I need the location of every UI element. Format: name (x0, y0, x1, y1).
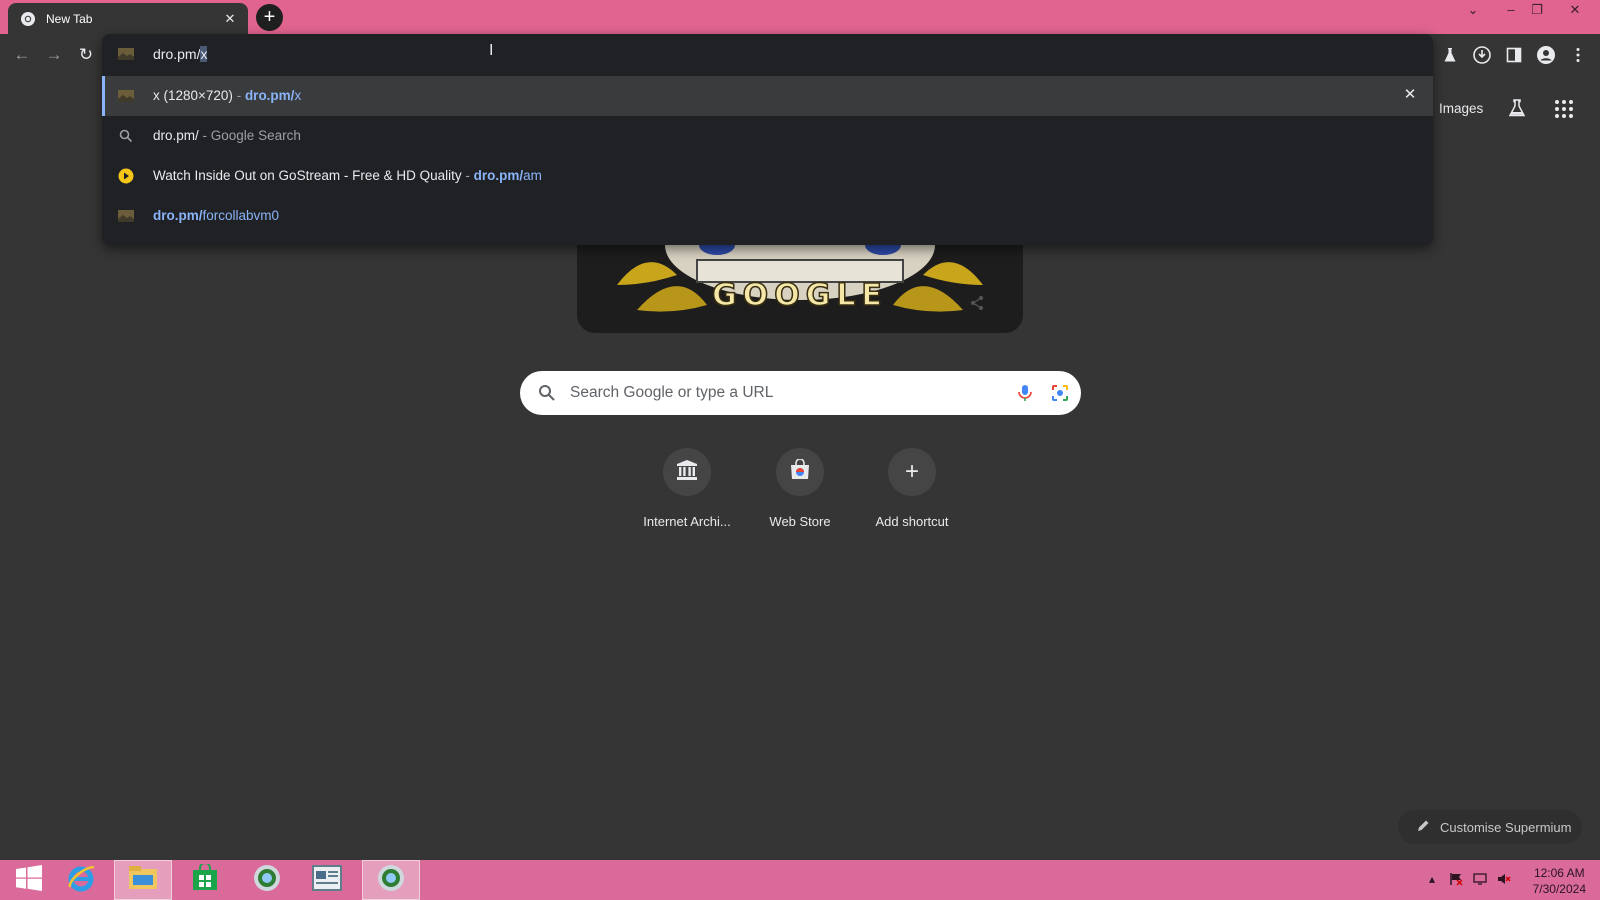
store-icon (191, 861, 219, 897)
web-store-icon (789, 457, 811, 486)
clock-date: 7/30/2024 (1532, 882, 1586, 896)
tab-new-tab[interactable]: New Tab ✕ (8, 3, 248, 34)
play-icon (117, 168, 135, 184)
start-button[interactable] (0, 860, 58, 900)
clock-time: 12:06 AM (1533, 866, 1585, 880)
close-window-button[interactable]: ✕ (1562, 0, 1588, 22)
new-tab-button[interactable]: + (256, 4, 283, 31)
search-labs-icon[interactable] (1507, 98, 1529, 120)
pencil-icon (1416, 819, 1432, 835)
internet-explorer-icon (66, 863, 96, 898)
customise-label: Customise Supermium (1440, 819, 1572, 835)
archive-icon (676, 459, 698, 486)
taskbar-file-explorer[interactable] (114, 860, 172, 900)
window-app-icon (312, 864, 342, 896)
omnibox-selected-text: x (200, 46, 208, 62)
action-center-icon[interactable] (1448, 872, 1464, 888)
minimize-button[interactable]: – (1498, 0, 1524, 22)
side-panel-icon[interactable] (1503, 44, 1525, 66)
shortcut-add[interactable]: + Add shortcut (856, 448, 968, 538)
taskbar-store[interactable] (176, 860, 234, 900)
taskbar-internet-explorer[interactable] (52, 860, 110, 900)
tab-close-icon[interactable]: ✕ (222, 11, 238, 27)
taskbar: ▴ 12:06 AM 7/30/2024 (0, 860, 1600, 900)
search-icon (117, 128, 135, 144)
network-icon[interactable] (1472, 872, 1488, 888)
search-icon (538, 384, 556, 402)
back-icon[interactable]: ← (11, 44, 33, 66)
image-icon (117, 208, 135, 224)
customise-button[interactable]: Customise Supermium (1398, 810, 1582, 844)
image-icon (117, 47, 135, 61)
suggestion-item[interactable]: dro.pm/forcollabvm0 (102, 196, 1433, 236)
tab-title: New Tab (46, 11, 93, 26)
image-icon (117, 88, 135, 104)
menu-icon[interactable] (1567, 44, 1589, 66)
volume-muted-icon[interactable] (1496, 872, 1512, 888)
plus-icon: + (904, 458, 919, 485)
windows-icon (15, 864, 43, 896)
shortcut-label: Web Store (769, 514, 831, 529)
apps-grid-icon[interactable] (1554, 99, 1576, 121)
share-icon[interactable] (969, 295, 985, 311)
taskbar-window-app[interactable] (298, 860, 356, 900)
restore-button[interactable]: ❐ (1524, 0, 1550, 22)
google-lens-icon[interactable] (1050, 383, 1070, 403)
text-cursor-icon: I (489, 42, 494, 59)
ntp-search-box[interactable] (520, 371, 1081, 415)
taskbar-app[interactable] (238, 860, 296, 900)
system-clock[interactable]: 12:06 AM 7/30/2024 (1533, 865, 1586, 897)
tab-strip: New Tab ✕ + ⌄ – ❐ ✕ (0, 0, 1600, 34)
reload-icon[interactable]: ↻ (75, 44, 97, 66)
microphone-icon[interactable] (1015, 383, 1035, 403)
omnibox-dropdown: dro.pm/x I x (1280×720) - dro.pm/x ✕ dro… (102, 34, 1433, 245)
doodle-logo-text: GOOGLE (712, 278, 888, 313)
tray-overflow-icon[interactable]: ▴ (1424, 872, 1440, 888)
browser-icon (376, 863, 406, 898)
shortcut-label: Add shortcut (875, 514, 949, 529)
shortcut-web-store[interactable]: Web Store (744, 448, 856, 538)
forward-icon[interactable]: → (43, 44, 65, 66)
omnibox-input[interactable]: dro.pm/x (102, 34, 1433, 76)
remove-suggestion-icon[interactable]: ✕ (1401, 86, 1419, 104)
shortcut-label: Internet Archi... (643, 514, 731, 529)
shortcut-internet-archive[interactable]: Internet Archi... (631, 448, 743, 538)
download-icon[interactable] (1471, 44, 1493, 66)
globe-app-icon (252, 863, 282, 898)
chrome-icon (20, 11, 36, 27)
suggestion-item[interactable]: dro.pm/ - Google Search (102, 116, 1433, 156)
omnibox-text: dro.pm/x (153, 46, 208, 62)
images-link[interactable]: Images (1439, 101, 1483, 116)
tab-search-icon[interactable]: ⌄ (1460, 0, 1486, 22)
ntp-search-input[interactable] (570, 379, 970, 407)
suggestion-item[interactable]: x (1280×720) - dro.pm/x ✕ (102, 76, 1433, 116)
profile-icon[interactable] (1535, 44, 1557, 66)
taskbar-browser[interactable] (362, 860, 420, 900)
labs-icon[interactable] (1439, 44, 1461, 66)
suggestion-item[interactable]: Watch Inside Out on GoStream - Free & HD… (102, 156, 1433, 196)
folder-icon (127, 864, 159, 897)
